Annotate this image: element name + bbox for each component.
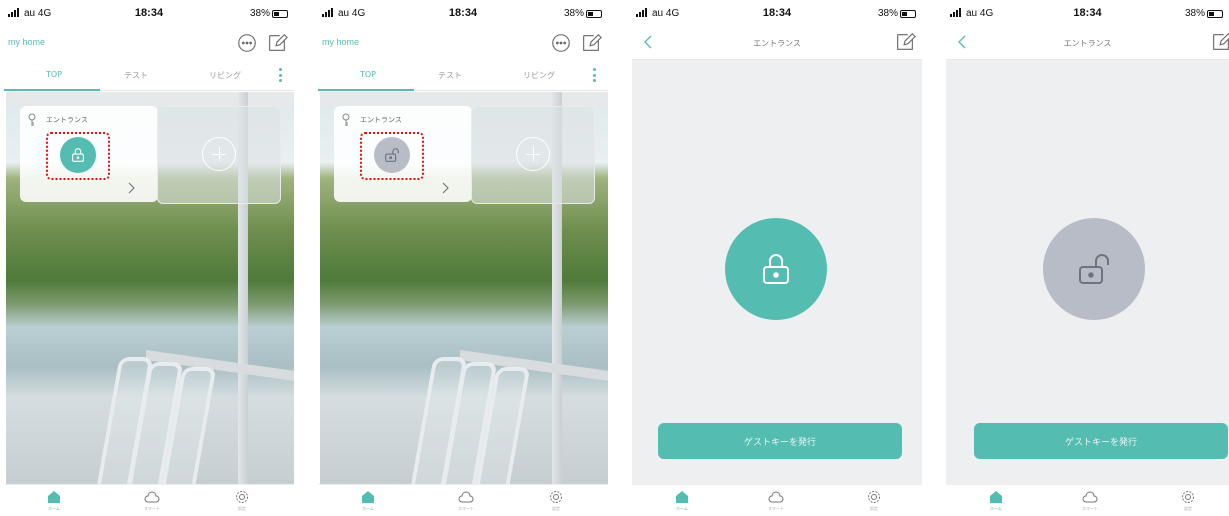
add-device-card[interactable] — [157, 106, 281, 204]
nav-smart[interactable]: スマート — [436, 489, 496, 512]
battery-icon — [272, 9, 288, 18]
nav-settings[interactable]: 設定 — [526, 489, 586, 512]
lock-card[interactable]: エントランス — [20, 106, 158, 202]
battery: 38% — [878, 8, 916, 19]
nav-home[interactable]: ホーム — [966, 489, 1026, 512]
screen-detail-unlocked: au 4G 18:34 38% エントランス ゲストキーを発行 ホーム スマート… — [946, 4, 1229, 514]
home-title[interactable]: my home — [8, 37, 45, 47]
add-icon — [202, 137, 236, 171]
home-icon — [990, 491, 1002, 503]
cloud-icon — [1082, 491, 1098, 503]
issue-guest-key-button[interactable]: ゲストキーを発行 — [974, 423, 1228, 459]
active-tab-indicator — [318, 89, 414, 91]
active-tab-indicator — [4, 89, 100, 91]
bottom-nav: ホーム スマート 設定 — [4, 484, 294, 514]
app-bar: my home — [318, 26, 608, 56]
home-icon — [48, 491, 60, 503]
app-bar: my home — [4, 26, 294, 56]
issue-guest-key-button[interactable]: ゲストキーを発行 — [658, 423, 902, 459]
lock-toggle-button[interactable] — [374, 137, 410, 173]
lock-name: エントランス — [360, 116, 402, 124]
bottom-nav: ホーム スマート 設定 — [946, 484, 1229, 514]
lock-open-icon — [385, 148, 399, 162]
tab-test[interactable]: テスト — [438, 70, 462, 81]
lock-toggle-button[interactable] — [1043, 218, 1145, 320]
cloud-icon — [144, 491, 160, 503]
screen-home-locked: au 4G 18:34 38% my home TOP テスト リビング エント… — [4, 4, 294, 514]
nav-home[interactable]: ホーム — [24, 489, 84, 512]
more-icon[interactable] — [279, 68, 282, 82]
nav-home[interactable]: ホーム — [338, 489, 398, 512]
chevron-right-icon[interactable] — [440, 180, 450, 194]
lock-closed-icon — [72, 148, 84, 162]
room-tabs: TOP テスト リビング — [4, 61, 294, 91]
gear-icon — [236, 491, 248, 503]
tab-test[interactable]: テスト — [124, 70, 148, 81]
nav-home[interactable]: ホーム — [652, 489, 712, 512]
home-icon — [676, 491, 688, 503]
add-device-card[interactable] — [471, 106, 595, 204]
chat-icon[interactable] — [236, 32, 258, 54]
screen-home-unlocked: au 4G 18:34 38% my home TOP テスト リビング エント… — [318, 4, 608, 514]
detail-body: ゲストキーを発行 — [946, 60, 1229, 484]
add-icon — [516, 137, 550, 171]
battery: 38% — [250, 8, 288, 19]
battery: 38% — [564, 8, 602, 19]
battery: 38% — [1185, 8, 1223, 19]
lock-open-icon — [1079, 254, 1109, 284]
tab-top[interactable]: TOP — [46, 70, 62, 79]
battery-icon — [900, 9, 916, 18]
battery-percent: 38% — [249, 8, 270, 19]
cloud-icon — [768, 491, 784, 503]
status-bar: au 4G 18:34 38% — [632, 4, 922, 26]
chat-icon[interactable] — [550, 32, 572, 54]
battery-icon — [586, 9, 602, 18]
tab-living[interactable]: リビング — [209, 70, 241, 81]
nav-smart[interactable]: スマート — [1060, 489, 1120, 512]
edit-icon[interactable] — [1210, 31, 1229, 53]
bottom-nav: ホーム スマート 設定 — [632, 484, 922, 514]
lock-name: エントランス — [46, 116, 88, 124]
detail-title: エントランス — [1063, 39, 1112, 48]
room-tabs: TOP テスト リビング — [318, 61, 608, 91]
edit-icon[interactable] — [266, 32, 288, 54]
screen-detail-locked: au 4G 18:34 38% エントランス ゲストキーを発行 ホーム スマート… — [632, 4, 922, 514]
home-icon — [362, 491, 374, 503]
key-icon — [26, 112, 38, 126]
home-title[interactable]: my home — [322, 37, 359, 47]
bottom-nav: ホーム スマート 設定 — [318, 484, 608, 514]
key-icon — [340, 112, 352, 126]
lock-card[interactable]: エントランス — [334, 106, 472, 202]
cloud-icon — [458, 491, 474, 503]
gear-icon — [550, 491, 562, 503]
nav-settings[interactable]: 設定 — [212, 489, 272, 512]
status-bar: au 4G 18:34 38% — [4, 4, 294, 26]
lock-toggle-button[interactable] — [60, 137, 96, 173]
detail-body: ゲストキーを発行 — [632, 60, 922, 484]
detail-header: エントランス — [632, 26, 922, 60]
chevron-right-icon[interactable] — [126, 180, 136, 194]
status-bar: au 4G 18:34 38% — [318, 4, 608, 26]
gear-icon — [1182, 491, 1194, 503]
lock-toggle-button[interactable] — [725, 218, 827, 320]
nav-smart[interactable]: スマート — [122, 489, 182, 512]
detail-title: エントランス — [753, 39, 801, 48]
battery-percent: 38% — [563, 8, 584, 19]
tab-living[interactable]: リビング — [523, 70, 555, 81]
tab-top[interactable]: TOP — [360, 70, 376, 79]
nav-smart[interactable]: スマート — [746, 489, 806, 512]
status-bar: au 4G 18:34 38% — [946, 4, 1229, 26]
edit-icon[interactable] — [580, 32, 602, 54]
edit-icon[interactable] — [894, 31, 916, 53]
nav-settings[interactable]: 設定 — [1158, 489, 1218, 512]
gear-icon — [868, 491, 880, 503]
more-icon[interactable] — [593, 68, 596, 82]
battery-percent: 38% — [877, 8, 898, 19]
detail-header: エントランス — [946, 26, 1229, 60]
battery-icon — [1207, 9, 1223, 18]
nav-settings[interactable]: 設定 — [844, 489, 904, 512]
battery-percent: 38% — [1184, 8, 1205, 19]
lock-closed-icon — [763, 254, 789, 284]
